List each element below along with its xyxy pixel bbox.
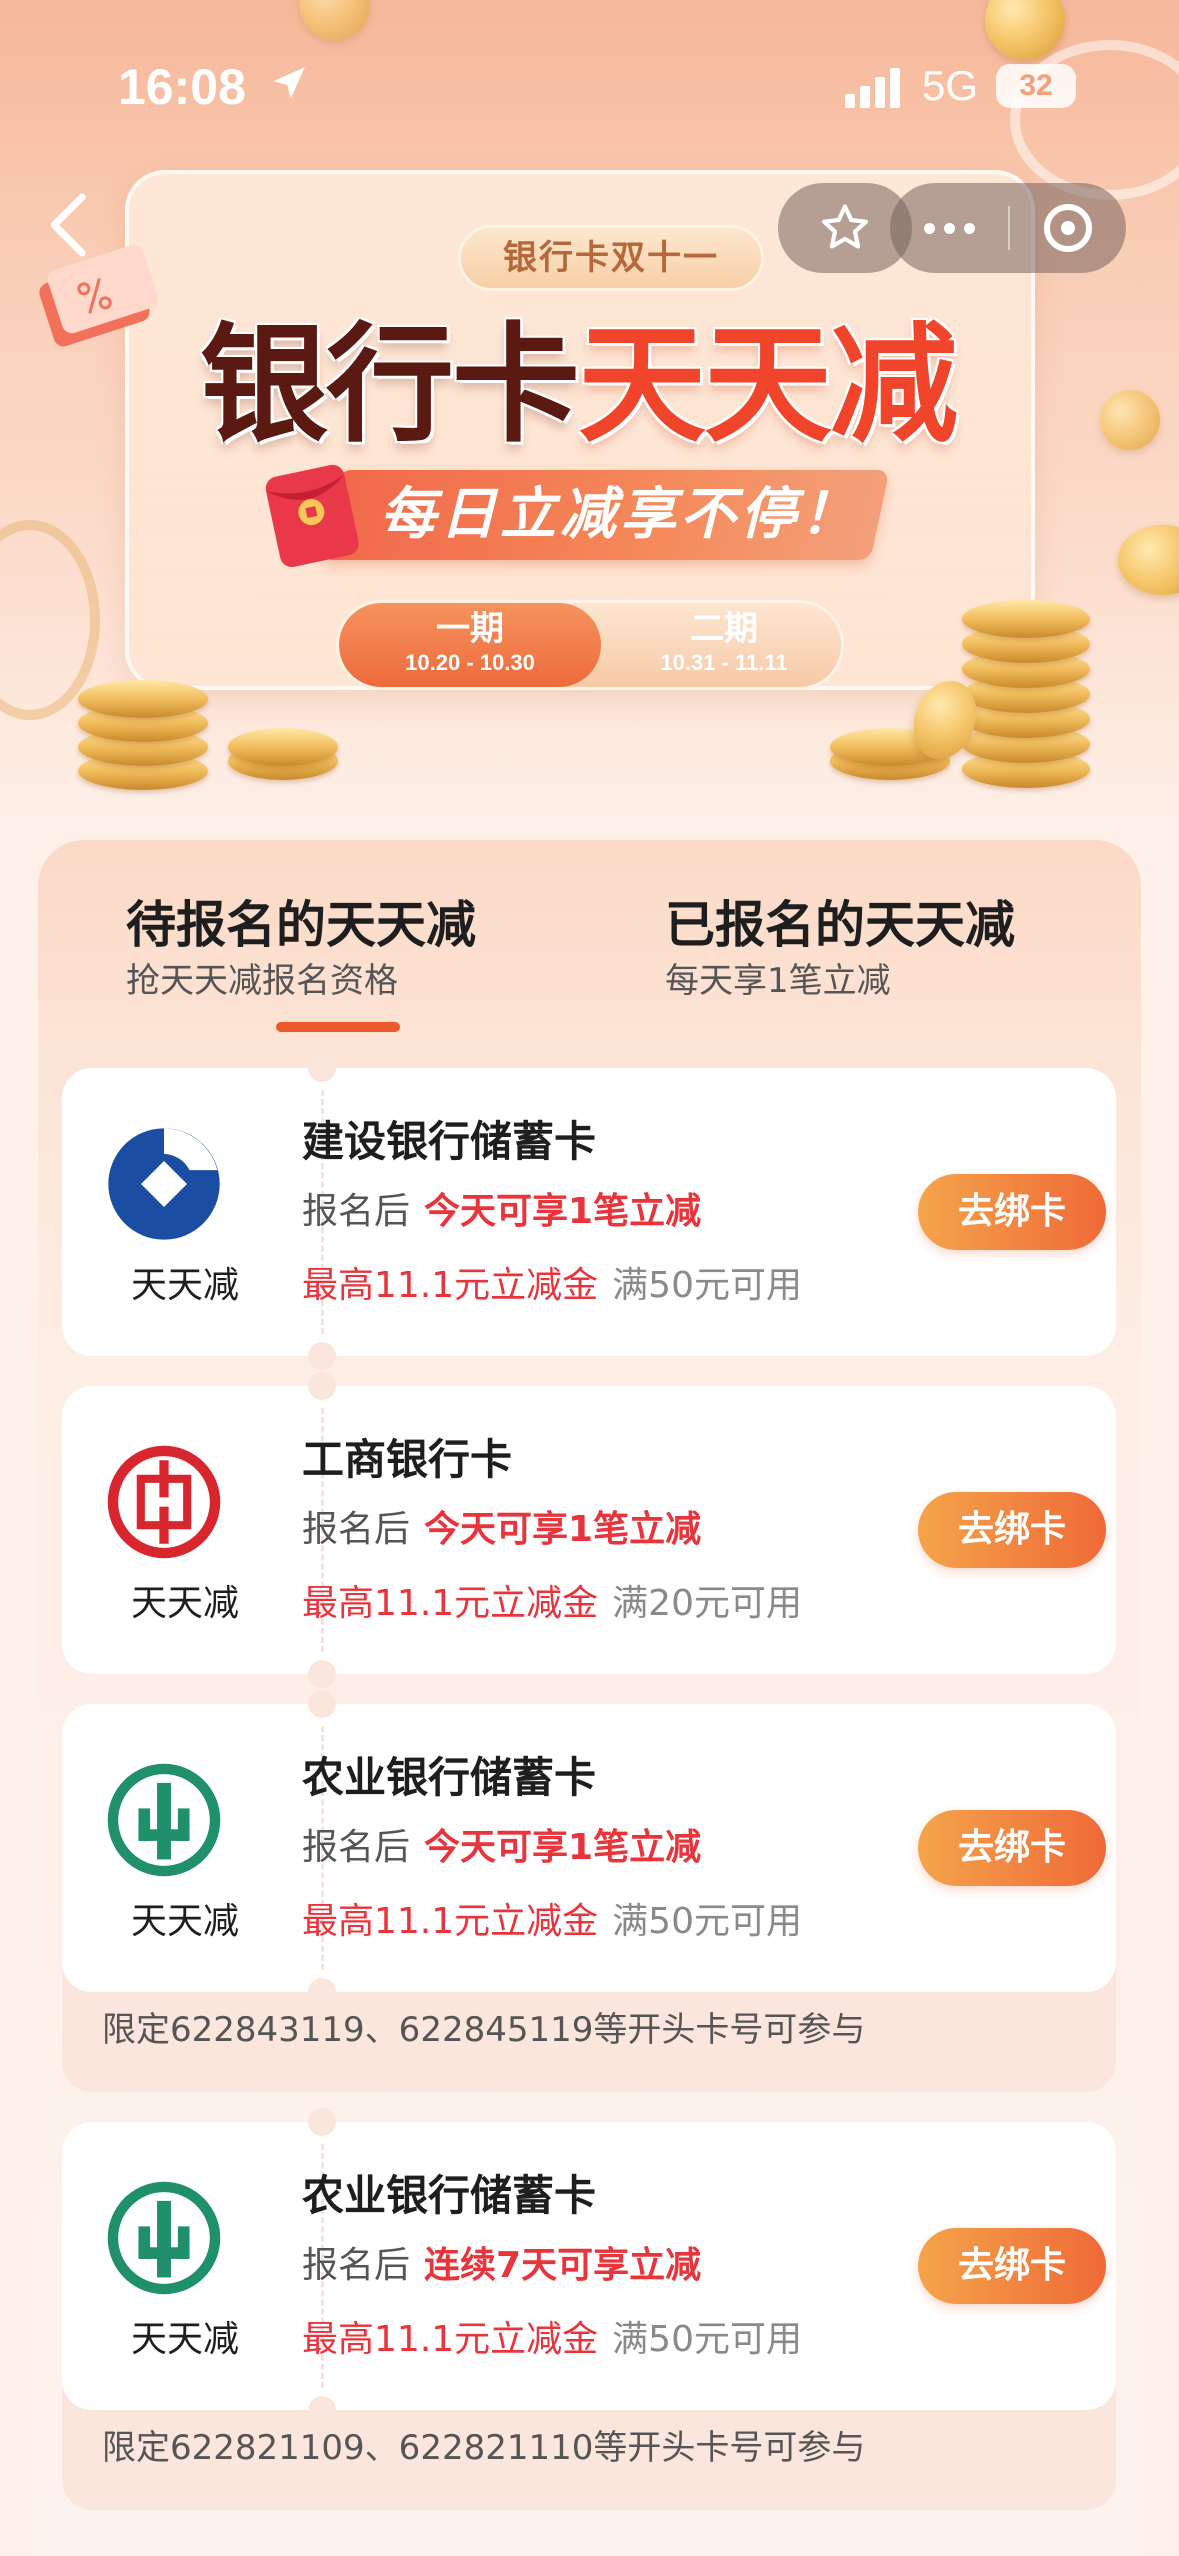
coin-decoration xyxy=(985,0,1065,60)
bind-card-button[interactable]: 去绑卡 xyxy=(918,1810,1106,1886)
more-button[interactable] xyxy=(890,183,1008,273)
card-restriction-note: 限定622843119、622845119等开头卡号可参与 xyxy=(102,2010,866,2050)
offer-amount-line: 最高11.1元立减金 满20元可用 xyxy=(302,1574,802,1626)
offer-highlight: 连续7天可享立减 xyxy=(424,2245,702,2286)
bind-card-button[interactable]: 去绑卡 xyxy=(918,1492,1106,1568)
coin-decoration xyxy=(1118,525,1179,595)
location-arrow-icon xyxy=(273,67,305,99)
hero-title-part2: 天天减 xyxy=(578,310,958,460)
star-icon xyxy=(821,204,869,249)
period-tab-2[interactable]: 二期 10.31 - 11.11 xyxy=(601,603,841,687)
icbc-logo-icon xyxy=(107,1445,221,1559)
card-notch xyxy=(308,1660,336,1688)
bind-card-button[interactable]: 去绑卡 xyxy=(918,2228,1106,2304)
offer-line: 报名后 连续7天可享立减 xyxy=(302,2236,701,2288)
period-1-label: 一期 xyxy=(436,609,504,649)
bank-name: 农业银行储蓄卡 xyxy=(302,1753,597,1802)
event-label: 银行卡双十一 xyxy=(458,225,764,291)
offer-highlight: 今天可享1笔立减 xyxy=(424,1509,702,1550)
card-restriction-note: 限定622821109、622821110等开头卡号可参与 xyxy=(102,2428,866,2468)
offer-prefix: 报名后 xyxy=(302,1191,411,1232)
card-tag: 天天减 xyxy=(130,1265,239,1306)
offer-condition: 满50元可用 xyxy=(612,2319,802,2360)
offer-amount: 最高11.1元立减金 xyxy=(302,1265,599,1306)
target-icon xyxy=(1044,204,1092,252)
tab-pending-subtitle: 抢天天减报名资格 xyxy=(126,961,398,1001)
abc-logo-icon xyxy=(107,2181,221,2295)
mini-program-capsule xyxy=(890,183,1126,273)
offer-amount-line: 最高11.1元立减金 满50元可用 xyxy=(302,1892,802,1944)
offer-prefix: 报名后 xyxy=(302,1509,411,1550)
card-tag: 天天减 xyxy=(130,2319,239,2360)
offer-amount: 最高11.1元立减金 xyxy=(302,1583,599,1624)
bank-name: 农业银行储蓄卡 xyxy=(302,2171,597,2220)
bind-card-button[interactable]: 去绑卡 xyxy=(918,1174,1106,1250)
slogan-text: 每日立减享不停！ xyxy=(380,482,860,547)
close-button[interactable] xyxy=(1010,183,1126,273)
offer-condition: 满50元可用 xyxy=(612,1265,802,1306)
offer-line: 报名后 今天可享1笔立减 xyxy=(302,1818,701,1870)
offer-condition: 满20元可用 xyxy=(612,1583,802,1624)
tab-pending[interactable]: 待报名的天天减 抢天天减报名资格 xyxy=(126,893,476,1005)
ccb-logo-icon xyxy=(108,1128,220,1240)
offer-amount: 最高11.1元立减金 xyxy=(302,2319,599,2360)
period-switch: 一期 10.20 - 10.30 二期 10.31 - 11.11 xyxy=(336,600,844,690)
signal-icon xyxy=(845,68,901,108)
card-notch xyxy=(308,1342,336,1370)
offer-prefix: 报名后 xyxy=(302,2245,411,2286)
bank-name: 建设银行储蓄卡 xyxy=(302,1117,597,1166)
offer-prefix: 报名后 xyxy=(302,1827,411,1868)
coin-decoration xyxy=(300,0,370,40)
offer-amount-line: 最高11.1元立减金 满50元可用 xyxy=(302,2310,802,2362)
offer-highlight: 今天可享1笔立减 xyxy=(424,1827,702,1868)
card-notch xyxy=(308,2108,336,2136)
card-tag: 天天减 xyxy=(130,1901,239,1942)
coin-stack xyxy=(962,600,1090,790)
period-2-dates: 10.31 - 11.11 xyxy=(660,650,788,675)
offer-line: 报名后 今天可享1笔立减 xyxy=(302,1182,701,1234)
status-time: 16:08 xyxy=(118,59,246,115)
period-1-dates: 10.20 - 10.30 xyxy=(405,650,535,675)
battery-indicator: 32 xyxy=(996,64,1076,108)
tab-indicator xyxy=(276,1022,400,1032)
offer-card: 天天减 农业银行储蓄卡 报名后 连续7天可享立减 最高11.1元立减金 满50元可用… xyxy=(62,2108,1116,2510)
hero-title-part1: 银行卡 xyxy=(200,310,580,460)
period-tab-1[interactable]: 一期 10.20 - 10.30 xyxy=(339,603,601,687)
more-dots-icon xyxy=(923,222,975,234)
offer-amount-line: 最高11.1元立减金 满50元可用 xyxy=(302,1256,802,1308)
period-2-label: 二期 xyxy=(690,609,758,649)
offer-card: 天天减 建设银行储蓄卡 报名后 今天可享1笔立减 最高11.1元立减金 满50元可用… xyxy=(62,1054,1116,1370)
tab-registered-title: 已报名的天天减 xyxy=(665,896,1015,954)
offer-amount: 最高11.1元立减金 xyxy=(302,1901,599,1942)
coin-stack xyxy=(228,728,338,788)
tab-registered[interactable]: 已报名的天天减 每天享1笔立减 xyxy=(665,893,1015,1005)
hero-title: 银行卡天天减 xyxy=(200,300,1000,470)
card-tag: 天天减 xyxy=(130,1583,239,1624)
card-notch xyxy=(308,1372,336,1400)
card-notch xyxy=(308,1690,336,1718)
tab-pending-title: 待报名的天天减 xyxy=(126,896,476,954)
network-label: 5G xyxy=(922,62,979,109)
hero-banner: 16:08 5G 32 银行卡双十一 银行卡天天减 每日立减享不停！ 一期 10… xyxy=(0,0,1179,840)
offer-condition: 满50元可用 xyxy=(612,1901,802,1942)
card-notch xyxy=(308,1054,336,1082)
offer-highlight: 今天可享1笔立减 xyxy=(424,1191,702,1232)
coin-decoration xyxy=(1100,390,1160,450)
tab-registered-subtitle: 每天享1笔立减 xyxy=(665,961,891,1001)
offer-card: 天天减 农业银行储蓄卡 报名后 今天可享1笔立减 最高11.1元立减金 满50元可用… xyxy=(62,1690,1116,2092)
offer-card: 天天减 工商银行卡 报名后 今天可享1笔立减 最高11.1元立减金 满20元可用 去… xyxy=(62,1372,1116,1688)
offer-line: 报名后 今天可享1笔立减 xyxy=(302,1500,701,1552)
bank-name: 工商银行卡 xyxy=(302,1435,513,1484)
abc-logo-icon xyxy=(107,1763,221,1877)
coin-stack xyxy=(78,680,208,790)
